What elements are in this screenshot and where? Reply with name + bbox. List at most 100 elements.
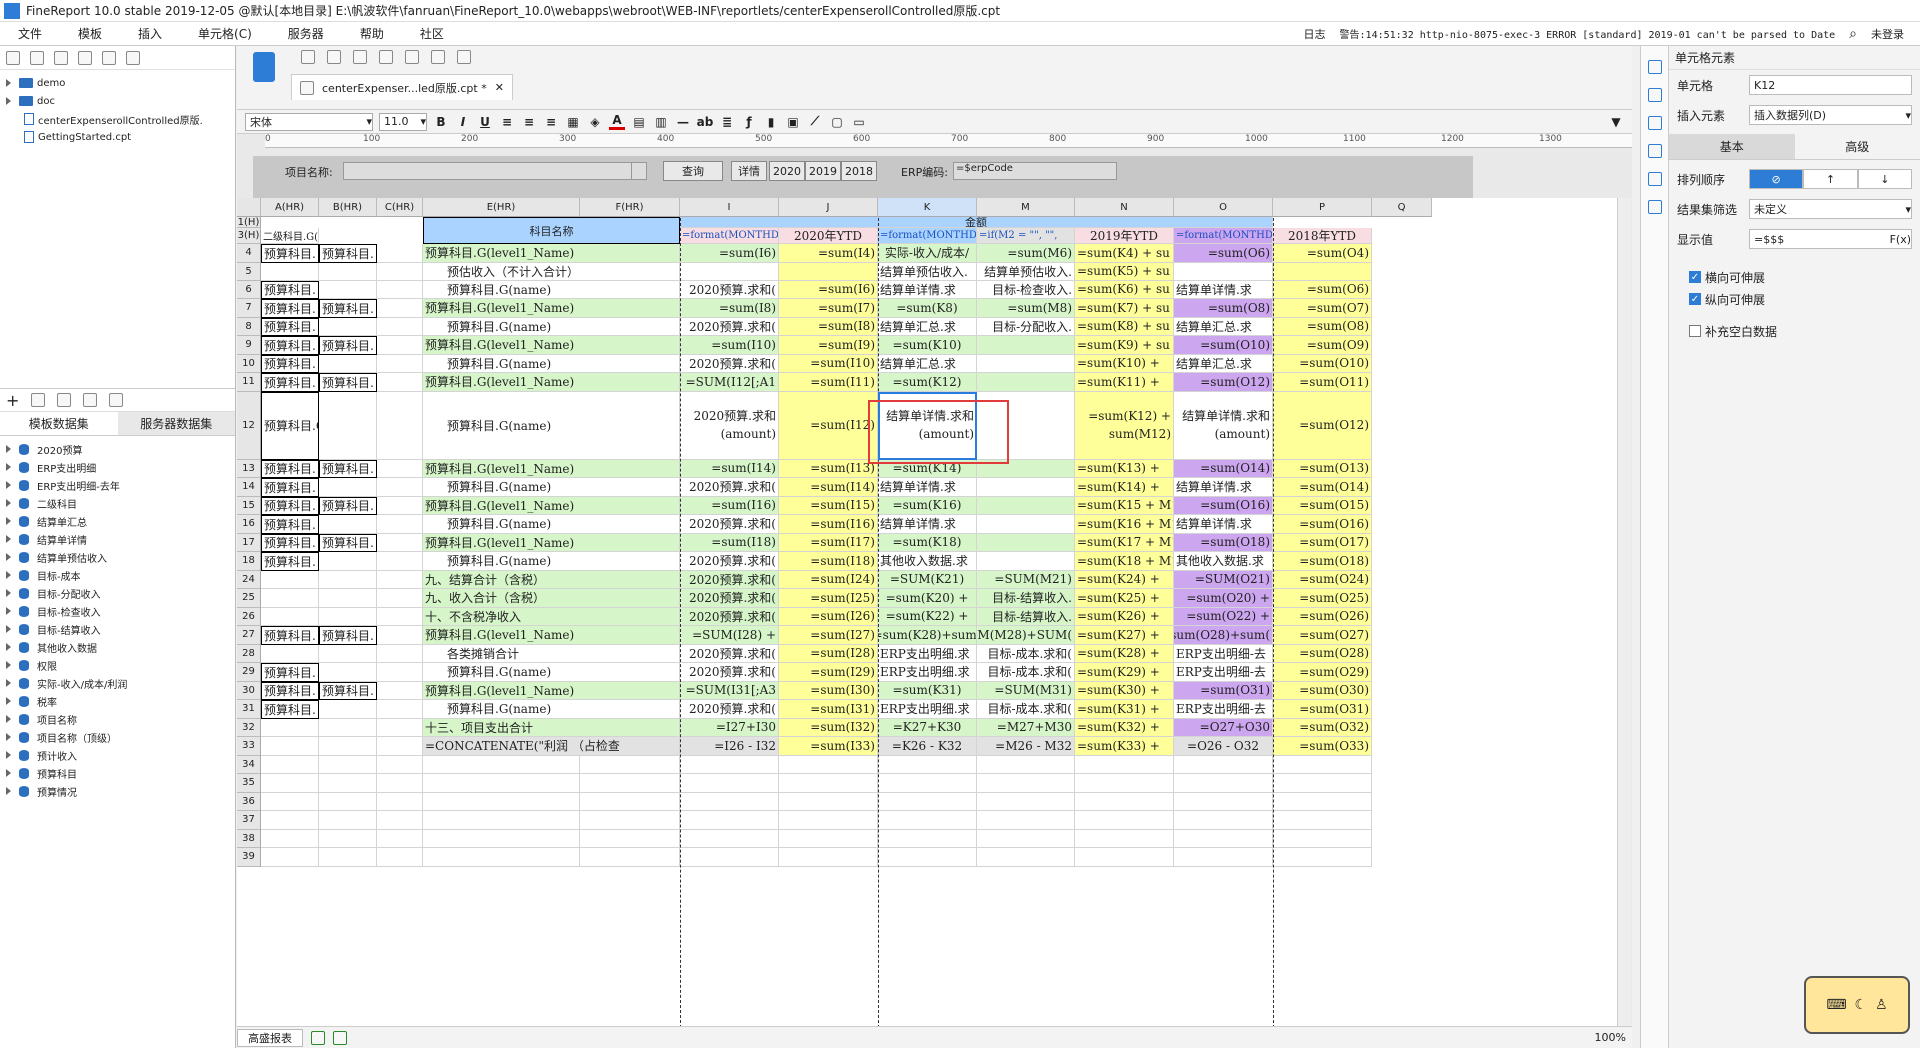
filter-select[interactable]: 未定义 ▾ (1749, 199, 1912, 219)
cell-9-0[interactable]: 预算科目. (261, 336, 319, 355)
float-element-icon[interactable] (1648, 116, 1662, 130)
row-header[interactable]: 13 (237, 459, 261, 478)
cell-31-7[interactable]: 目标-成本.求和( (977, 700, 1075, 719)
cell-32-1[interactable] (319, 718, 377, 737)
condition-icon[interactable] (1648, 172, 1662, 186)
cell-13-4[interactable]: =sum(I14) (680, 459, 779, 478)
cell-32-6[interactable]: =K27+K30 (878, 718, 977, 737)
row-header[interactable]: 26 (237, 607, 261, 626)
cell-32-10[interactable]: =sum(O32) (1273, 718, 1372, 737)
empty-cell[interactable] (1174, 755, 1273, 774)
expand-icon[interactable] (6, 97, 11, 105)
empty-cell[interactable] (580, 848, 680, 867)
paste-icon[interactable] (431, 50, 445, 64)
expand-icon[interactable] (6, 589, 11, 597)
new-folder-icon[interactable] (6, 50, 20, 65)
cell-18-7[interactable] (977, 552, 1075, 571)
cell-29-10[interactable]: =sum(O29) (1273, 663, 1372, 682)
column-header[interactable]: F(HR) (580, 198, 680, 217)
cell-29-3[interactable]: 预算科目.G(name) (423, 663, 680, 682)
cell-11-4[interactable]: =SUM(I12[;A1 (680, 373, 779, 392)
cell-32-0[interactable] (261, 718, 319, 737)
cell-9-2[interactable] (377, 336, 423, 355)
cell-18-8[interactable]: =sum(K18 + M18 (1075, 552, 1174, 571)
moon-icon[interactable]: ☾ (1855, 997, 1868, 1013)
fill-blank-checkbox[interactable]: 补充空白数据 (1669, 320, 1920, 342)
cell-25-7[interactable]: 目标-结算收入. (977, 589, 1075, 608)
h-expand-checkbox[interactable]: ✓ 横向可伸展 (1669, 266, 1920, 288)
cell-27-2[interactable] (377, 626, 423, 645)
cell-25-5[interactable]: =sum(I25) (779, 589, 878, 608)
empty-cell[interactable] (580, 829, 680, 848)
spreadsheet-grid[interactable]: A(HR) B(HR) C(HR) E(HR) F(HR) I J K M N O P Q 1(H) 3(H… (237, 198, 1617, 1028)
sort-asc-icon[interactable]: ↑ (1803, 169, 1858, 189)
float-element-icon[interactable]: ▭ (851, 114, 867, 130)
expand-icon[interactable] (6, 535, 11, 543)
cell-24-9[interactable]: =SUM(O21) (1174, 570, 1273, 589)
cell-31-8[interactable]: =sum(K31) + (1075, 700, 1174, 719)
dataset-item[interactable]: ERP支出明细-去年 (6, 476, 235, 494)
empty-cell[interactable] (878, 829, 977, 848)
cell-26-3[interactable]: 十、不含税净收入 (423, 607, 680, 626)
font-size-select[interactable]: 11.0 ▾ (379, 112, 427, 131)
cell-13-8[interactable]: =sum(K13) + (1075, 459, 1174, 478)
cell-6-0[interactable]: 预算科目. (261, 280, 319, 299)
cell-33-7[interactable]: =M26 - M32 (977, 737, 1075, 756)
cell-30-8[interactable]: =sum(K30) + (1075, 681, 1174, 700)
no-sort-icon[interactable]: ⊘ (1749, 169, 1804, 189)
empty-cell[interactable] (377, 848, 423, 867)
cell-26-1[interactable] (319, 607, 377, 626)
cell-16-5[interactable]: =sum(I16) (779, 515, 878, 534)
empty-cell[interactable] (1273, 792, 1372, 811)
cell-31-2[interactable] (377, 700, 423, 719)
column-header[interactable]: O (1174, 198, 1273, 217)
empty-cell[interactable] (261, 848, 319, 867)
cell-18-10[interactable]: =sum(O18) (1273, 552, 1372, 571)
column-header[interactable]: Q (1372, 198, 1432, 217)
cell-14-7[interactable] (977, 478, 1075, 497)
row-header[interactable]: 33 (237, 737, 261, 756)
cell-6-7[interactable]: 目标-检查收入. (977, 280, 1075, 299)
cell-33-1[interactable] (319, 737, 377, 756)
cell-32-4[interactable]: =I27+I30 (680, 718, 779, 737)
expand-icon[interactable] (6, 787, 11, 795)
cell-5-5[interactable] (779, 262, 878, 281)
floating-assistant-widget[interactable]: ⌨ ☾ ♙ (1804, 976, 1910, 1034)
header-a3-cell[interactable]: 二级科目.G( (261, 228, 319, 244)
column-header[interactable]: M (977, 198, 1075, 217)
cell-16-6[interactable]: 结算单详情.求 (878, 515, 977, 534)
cell-5-10[interactable] (1273, 262, 1372, 281)
cell-14-0[interactable]: 预算科目. (261, 478, 319, 497)
expand-icon[interactable] (6, 625, 11, 633)
cell-7-10[interactable]: =sum(O7) (1273, 299, 1372, 318)
cell-27-3[interactable]: 预算科目.G(level1_Name) (423, 626, 680, 645)
cell-6-1[interactable] (319, 280, 377, 299)
cell-9-3[interactable]: 预算科目.G(level1_Name) (423, 336, 680, 355)
cell-26-5[interactable]: =sum(I26) (779, 607, 878, 626)
unmerge-icon[interactable]: ▥ (653, 114, 669, 130)
empty-cell[interactable] (580, 755, 680, 774)
empty-cell[interactable] (423, 774, 580, 793)
cell-7-4[interactable]: =sum(I8) (680, 299, 779, 318)
cell-31-9[interactable]: ERP支出明细-去 (1174, 700, 1273, 719)
tab-template-dataset[interactable]: 模板数据集 (0, 412, 118, 435)
empty-cell[interactable] (680, 829, 779, 848)
cell-18-9[interactable]: 其他收入数据.求 (1174, 552, 1273, 571)
dataset-item[interactable]: 预算情况 (6, 782, 235, 800)
cell-31-0[interactable]: 预算科目. (261, 700, 319, 719)
cell-8-6[interactable]: 结算单汇总.求 (878, 317, 977, 336)
dataset-item[interactable]: 项目名称（顶级） (6, 728, 235, 746)
cell-31-5[interactable]: =sum(I31) (779, 700, 878, 719)
empty-cell[interactable] (261, 811, 319, 830)
row-header[interactable]: 9 (237, 336, 261, 355)
cell-6-5[interactable]: =sum(I6) (779, 280, 878, 299)
cell-28-7[interactable]: 目标-成本.求和( (977, 644, 1075, 663)
cell-33-0[interactable] (261, 737, 319, 756)
row-header[interactable]: 4 (237, 244, 261, 263)
header-ytd2019-cell[interactable]: 2019年YTD (1075, 228, 1174, 244)
cell-5-4[interactable] (680, 262, 779, 281)
cell-15-5[interactable]: =sum(I15) (779, 496, 878, 515)
cell-7-2[interactable] (377, 299, 423, 318)
cell-13-5[interactable]: =sum(I13) (779, 459, 878, 478)
cell-4-0[interactable]: 预算科目. (261, 244, 319, 263)
